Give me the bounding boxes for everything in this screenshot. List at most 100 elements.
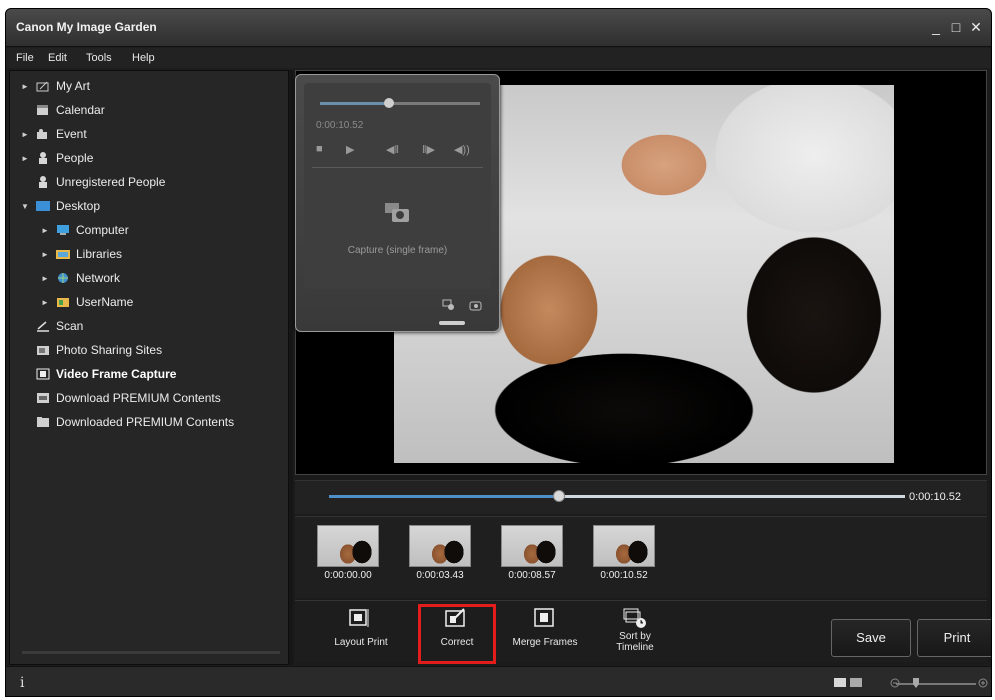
frame-image	[501, 525, 563, 567]
sidebar-item-download-premium[interactable]: Download PREMIUM Contents	[10, 387, 288, 409]
event-icon	[36, 128, 50, 140]
tool-label: Sort by Timeline	[616, 631, 654, 653]
frame-time: 0:00:10.52	[600, 570, 648, 581]
capture-icon[interactable]	[384, 201, 410, 223]
frame-image	[409, 525, 471, 567]
seek-fill	[329, 495, 560, 498]
zoom-out-icon[interactable]	[890, 677, 900, 689]
info-icon[interactable]: i	[20, 675, 24, 691]
capture-label: Capture (single frame)	[347, 245, 448, 256]
minimize-button[interactable]: _	[929, 19, 943, 35]
tool-label: Layout Print	[334, 637, 388, 648]
save-button[interactable]: Save	[831, 619, 911, 657]
video-frame-capture-icon	[36, 368, 50, 380]
menu-help[interactable]: Help	[132, 52, 155, 64]
close-button[interactable]: ✕	[969, 19, 983, 35]
popup-seek-track[interactable]	[320, 98, 480, 108]
expand-arrow-icon[interactable]: ►	[20, 154, 30, 163]
zoom-slider[interactable]	[896, 683, 976, 685]
sidebar-scrollbar[interactable]	[22, 651, 280, 654]
sidebar-item-scan[interactable]: Scan	[10, 315, 288, 337]
sidebar-item-desktop[interactable]: ▼ Desktop	[10, 195, 288, 217]
frame-image	[317, 525, 379, 567]
sidebar-item-calendar[interactable]: Calendar	[10, 99, 288, 121]
app-title: Canon My Image Garden	[16, 20, 157, 34]
sidebar-tree: ► My Art Calendar ► Event ► People Unreg…	[9, 70, 289, 665]
sidebar-item-label: People	[56, 151, 94, 165]
sidebar-item-unregistered-people[interactable]: Unregistered People	[10, 171, 288, 193]
stop-icon[interactable]: ■	[316, 143, 323, 155]
unregistered-people-icon	[36, 176, 50, 188]
desktop-icon	[36, 200, 50, 212]
tool-label: Merge Frames	[512, 637, 578, 648]
sort-by-timeline-icon	[622, 607, 648, 629]
divider	[312, 167, 483, 168]
frame-thumbnail[interactable]: 0:00:03.43	[409, 525, 473, 583]
sidebar-item-computer[interactable]: ► Computer	[10, 219, 288, 241]
expand-arrow-icon[interactable]: ►	[20, 82, 30, 91]
frame-thumbnail[interactable]: 0:00:00.00	[317, 525, 381, 583]
tool-label: Correct	[440, 637, 474, 648]
frame-thumbnail[interactable]: 0:00:10.52	[593, 525, 657, 583]
photo-sharing-icon	[36, 344, 50, 356]
frame-forward-icon[interactable]: ‖▶	[422, 143, 435, 156]
volume-icon[interactable]: ◀))	[454, 143, 470, 156]
detail-view-icon[interactable]	[850, 678, 862, 687]
expand-arrow-icon[interactable]: ►	[40, 298, 50, 307]
layout-print-icon	[348, 607, 374, 629]
layout-print-button[interactable]: Layout Print	[325, 607, 397, 661]
menu-file[interactable]: File	[16, 52, 34, 64]
sidebar-item-event[interactable]: ► Event	[10, 123, 288, 145]
play-icon[interactable]: ▶	[346, 143, 354, 156]
merge-frames-button[interactable]: Merge Frames	[509, 607, 581, 661]
collapse-arrow-icon[interactable]: ▼	[20, 202, 30, 211]
sort-by-timeline-button[interactable]: Sort by Timeline	[599, 607, 671, 661]
popup-seek-knob[interactable]	[383, 98, 394, 108]
captured-frames: 0:00:00.00 0:00:03.43 0:00:08.57 0:00:10…	[295, 516, 987, 598]
downloaded-premium-icon	[36, 416, 50, 428]
scan-icon	[36, 320, 50, 332]
people-icon	[36, 152, 50, 164]
sidebar-item-people[interactable]: ► People	[10, 147, 288, 169]
calendar-icon	[36, 104, 50, 116]
thumbnail-view-icon[interactable]	[834, 678, 846, 687]
sidebar-item-label: UserName	[76, 295, 134, 309]
current-time: 0:00:10.52	[909, 491, 961, 503]
expand-arrow-icon[interactable]: ►	[40, 274, 50, 283]
zoom-knob-icon[interactable]	[913, 678, 919, 688]
frame-thumbnail[interactable]: 0:00:08.57	[501, 525, 565, 583]
sidebar-item-network[interactable]: ► Network	[10, 267, 288, 289]
network-icon	[56, 272, 70, 284]
zoom-in-icon[interactable]	[978, 677, 988, 689]
popup-time: 0:00:10.52	[316, 120, 364, 131]
sidebar-item-label: Event	[56, 127, 87, 141]
computer-icon	[56, 224, 70, 236]
sidebar-item-downloaded-premium[interactable]: Downloaded PREMIUM Contents	[10, 411, 288, 433]
panel-drag-handle[interactable]	[439, 321, 465, 325]
seek-knob[interactable]	[553, 490, 566, 502]
sidebar-item-libraries[interactable]: ► Libraries	[10, 243, 288, 265]
title-bar: Canon My Image Garden _ □ ✕	[6, 9, 991, 47]
frame-back-icon[interactable]: ◀‖	[386, 143, 399, 156]
capture-settings-icon[interactable]	[469, 299, 483, 311]
sidebar-item-photo-sharing-sites[interactable]: Photo Sharing Sites	[10, 339, 288, 361]
sidebar-item-username[interactable]: ► UserName	[10, 291, 288, 313]
menu-bar: File Edit Tools Help	[6, 48, 991, 68]
window-controls: _ □ ✕	[929, 19, 983, 35]
sidebar-item-label: Downloaded PREMIUM Contents	[56, 415, 235, 429]
expand-arrow-icon[interactable]: ►	[40, 226, 50, 235]
menu-tools[interactable]: Tools	[86, 52, 112, 64]
print-button[interactable]: Print	[917, 619, 991, 657]
capture-control-panel: 0:00:10.52 ■ ▶ ◀‖ ‖▶ ◀)) Capture (single…	[295, 74, 500, 332]
expand-arrow-icon[interactable]: ►	[40, 250, 50, 259]
expand-arrow-icon[interactable]: ►	[20, 130, 30, 139]
menu-edit[interactable]: Edit	[48, 52, 67, 64]
capture-mode-icon[interactable]	[442, 299, 456, 311]
sidebar-item-video-frame-capture[interactable]: Video Frame Capture	[10, 363, 288, 385]
sidebar-item-label: Network	[76, 271, 121, 285]
sidebar-item-my-art[interactable]: ► My Art	[10, 75, 288, 97]
correct-button[interactable]: Correct	[418, 604, 496, 664]
seek-track[interactable]	[329, 490, 905, 502]
maximize-button[interactable]: □	[949, 19, 963, 35]
capture-panel-inner: 0:00:10.52 ■ ▶ ◀‖ ‖▶ ◀)) Capture (single…	[304, 83, 491, 289]
